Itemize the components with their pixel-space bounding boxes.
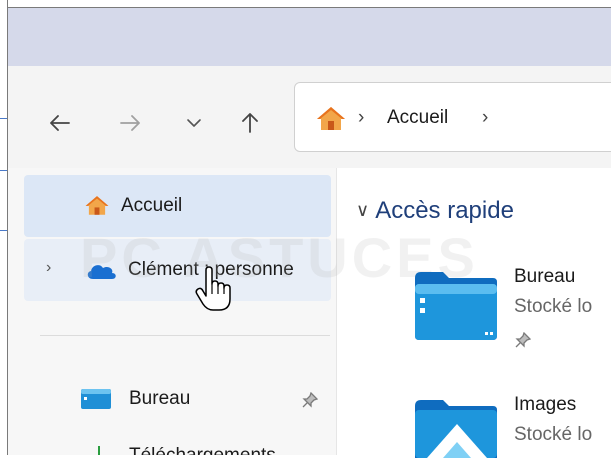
download-icon <box>96 446 102 455</box>
title-bar[interactable] <box>8 8 611 66</box>
forward-button[interactable] <box>116 109 144 137</box>
up-arrow-icon <box>242 113 258 133</box>
home-icon <box>315 104 347 137</box>
breadcrumb-separator[interactable]: › <box>358 107 364 129</box>
pictures-folder-icon[interactable] <box>413 398 499 463</box>
item-name[interactable]: Images <box>514 394 576 416</box>
address-bar[interactable]: › Accueil › <box>294 82 611 152</box>
section-title: Accès rapide <box>375 197 514 224</box>
item-name[interactable]: Bureau <box>514 266 575 288</box>
pin-icon[interactable] <box>515 331 532 353</box>
home-icon <box>84 193 110 222</box>
recent-locations-button[interactable] <box>180 109 208 137</box>
chevron-right-icon[interactable]: › <box>46 259 51 277</box>
back-button[interactable] <box>46 109 74 137</box>
chevron-down-icon <box>187 119 201 127</box>
back-arrow-icon <box>50 115 70 131</box>
window-top-edge <box>0 0 611 8</box>
item-location: Stocké lo <box>514 424 593 445</box>
background-window-line <box>0 170 7 171</box>
breadcrumb-accueil[interactable]: Accueil <box>387 107 448 129</box>
up-button[interactable] <box>236 109 264 137</box>
background-window-line <box>0 118 7 119</box>
nav-item-label: Téléchargements <box>129 445 276 455</box>
hand-cursor-icon <box>195 266 231 317</box>
pin-icon[interactable] <box>302 391 319 413</box>
chevron-down-icon[interactable]: ∨ <box>356 200 369 220</box>
section-header-quick-access[interactable]: ∨ Accès rapide <box>356 197 514 225</box>
nav-pane-separator <box>40 335 330 336</box>
window-left-edge <box>0 0 8 455</box>
item-location: Stocké lo <box>514 296 593 317</box>
background-window-line <box>0 230 7 231</box>
forward-arrow-icon <box>120 115 140 131</box>
nav-item-bureau[interactable]: Bureau <box>24 368 331 430</box>
nav-item-label: Accueil <box>121 195 183 216</box>
desktop-folder-icon <box>80 388 112 415</box>
nav-item-telechargements[interactable]: Téléchargements <box>24 428 331 455</box>
nav-item-label: Bureau <box>129 388 191 409</box>
breadcrumb-separator[interactable]: › <box>482 107 488 129</box>
desktop-folder-icon[interactable] <box>413 270 499 347</box>
